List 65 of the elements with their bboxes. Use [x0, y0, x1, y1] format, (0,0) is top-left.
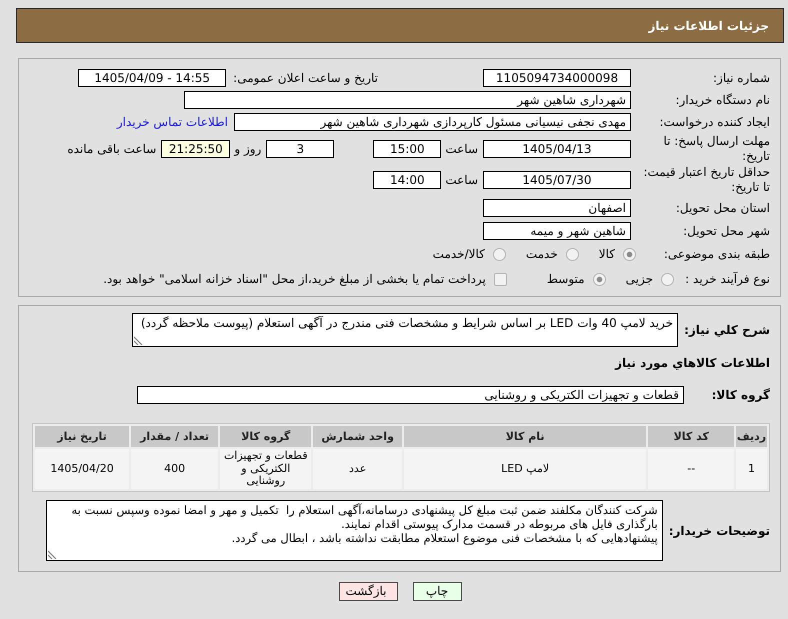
resize-grip-icon[interactable] — [48, 550, 57, 559]
column-header: تعداد / مقدار — [131, 426, 218, 447]
field-label: ایجاد کننده درخواست: — [658, 114, 770, 130]
city-field[interactable]: شاهین شهر و میمه — [483, 222, 631, 240]
field-label: توضیحات خریدار: — [668, 524, 770, 538]
radio-button[interactable] — [492, 248, 506, 260]
field-label: مهلت ارسال پاسخ: تا تاریخ: — [662, 134, 770, 164]
table-cell: 1405/04/20 — [35, 449, 130, 489]
field-label: حداقل تاریخ اعتبار قیمت: تا تاریخ: — [642, 165, 770, 195]
radio-label[interactable]: کالا — [598, 247, 615, 261]
column-header: ردیف — [736, 426, 767, 447]
table-cell: قطعات و تجهیزات الکتریکی و روشنایی — [220, 449, 312, 489]
announce-date-field[interactable]: 1405/04/09 - 14:55 — [78, 69, 226, 87]
buyer-notes-field[interactable]: شرکت کنندگان مکلفند ضمن ثبت مبلغ کل پیشنهادی درسامانه،آگهی استعلام را تکمیل و مهر و امضا نموده وسپس نسبت به بارگذاری فایل های مربوطه در قسمت مدارک پیوستی اقدام نمایند. پیشنهادهایی که با مشخصات فنی موضوع استعلام مطابقت نداشته باشد ، ابطال می گردد. — [46, 500, 663, 561]
column-header: واحد شمارش — [313, 426, 402, 447]
reply-date-field[interactable]: 1405/04/13 — [483, 140, 631, 158]
province-field[interactable]: اصفهان — [483, 199, 631, 217]
field-label: تاریخ و ساعت اعلان عمومی: — [233, 71, 378, 85]
table-cell: 400 — [131, 449, 218, 489]
field-label: شهر محل تحویل: — [682, 224, 770, 238]
radio-label[interactable]: خدمت — [526, 247, 558, 261]
validity-date-field[interactable]: 1405/07/30 — [483, 171, 631, 189]
radio-button[interactable] — [623, 248, 636, 260]
radio-label[interactable]: جزیی — [626, 272, 653, 286]
resize-grip-icon[interactable] — [134, 336, 144, 345]
goods-group-field[interactable]: قطعات و تجهیزات الکتریکی و روشنایی — [137, 386, 684, 404]
time-label: ساعت — [445, 173, 478, 187]
column-header: کد کالا — [648, 426, 734, 447]
field-label: استان محل تحویل: — [674, 200, 770, 216]
days-field[interactable]: 3 — [266, 140, 334, 158]
radio-button[interactable] — [566, 248, 579, 260]
reply-time-field[interactable]: 15:00 — [373, 140, 442, 158]
column-header: گروه کالا — [220, 426, 312, 447]
validity-time-field[interactable]: 14:00 — [373, 171, 442, 189]
remaining-label: ساعت باقی مانده — [67, 142, 156, 156]
field-label: نام دستگاه خریدار: — [674, 92, 770, 108]
field-label: شماره نیاز: — [712, 70, 770, 86]
radio-label[interactable]: کالا/خدمت — [432, 247, 485, 261]
remaining-time-field[interactable]: 21:25:50 — [161, 140, 230, 158]
buyer-contact-link[interactable]: اطلاعات تماس خریدار — [116, 115, 228, 129]
column-header: نام کالا — [404, 426, 646, 447]
field-label: طبقه بندی موضوعی: — [662, 246, 770, 262]
field-label: گروه کالا: — [710, 388, 770, 402]
checkbox-label[interactable]: پرداخت تمام یا بخشی از مبلغ خرید،از محل "اسناد خزانه اسلامی" خواهد بود. — [103, 272, 486, 286]
print-button[interactable]: چاپ — [412, 582, 462, 601]
time-label: ساعت — [445, 142, 478, 156]
field-label: شرح کلي نیاز: — [684, 323, 770, 337]
column-header: تاریخ نیاز — [35, 426, 130, 447]
radio-button[interactable] — [661, 272, 674, 286]
back-button[interactable]: بازگشت — [338, 582, 398, 601]
need-number-field[interactable]: 1105094734000098 — [483, 69, 631, 87]
checkbox[interactable] — [494, 272, 507, 286]
description-field[interactable]: خرید لامپ 40 وات LED بر اساس شرایط و مشخصات فنی مندرج در آگهی استعلام (پیوست ملاحظه گردد) — [132, 313, 678, 347]
table-cell: عدد — [313, 449, 402, 489]
radio-button[interactable] — [592, 272, 606, 286]
days-label: روز و — [234, 142, 262, 156]
page-title: جزئیات اطلاعات نیاز — [648, 18, 769, 32]
buyer-org-field[interactable]: شهرداری شاهین شهر — [184, 91, 631, 109]
radio-label[interactable]: متوسط — [546, 272, 585, 286]
table-cell: لامپ LED — [404, 449, 646, 489]
table-cell: 1 — [736, 449, 767, 489]
requester-field[interactable]: مهدی نجفی نیسیانی مسئول کارپردازی شهرداری شاهین شهر — [234, 113, 631, 131]
table-cell: -- — [648, 449, 734, 489]
section-title: اطلاعات کالاهاي مورد نياز — [615, 356, 770, 370]
field-label: نوع فرآیند خرید : — [684, 272, 770, 286]
